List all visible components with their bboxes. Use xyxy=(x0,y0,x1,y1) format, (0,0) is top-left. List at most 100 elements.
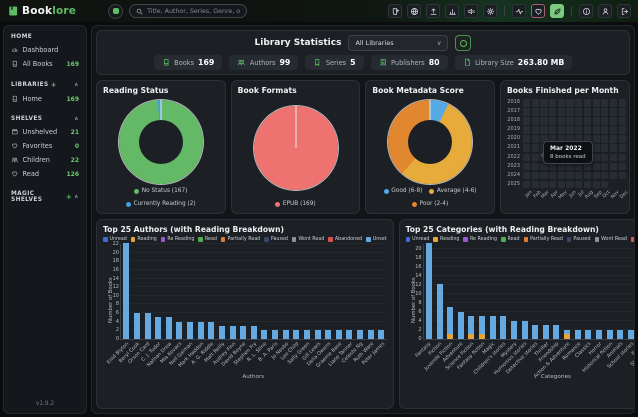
legend-item[interactable]: Reading xyxy=(433,237,459,242)
favorites-heart-button[interactable] xyxy=(531,4,545,18)
bar[interactable] xyxy=(208,322,214,339)
info-button[interactable] xyxy=(579,4,593,18)
heatmap-cell[interactable] xyxy=(532,181,539,189)
sidebar-section-libraries[interactable]: LIBRARIES+∧ xyxy=(8,78,82,92)
heatmap-cell[interactable] xyxy=(619,154,626,162)
heatmap-cell[interactable] xyxy=(540,99,547,107)
bar[interactable] xyxy=(500,316,506,339)
heatmap-cell[interactable] xyxy=(575,126,582,134)
bar[interactable] xyxy=(511,321,517,339)
bar[interactable] xyxy=(479,316,485,339)
heatmap-cell[interactable] xyxy=(540,108,547,116)
heatmap-cell[interactable] xyxy=(575,172,582,180)
heatmap-cell[interactable] xyxy=(601,99,608,107)
heatmap-cell[interactable] xyxy=(610,108,617,116)
sidebar-item-dashboard[interactable]: Dashboard xyxy=(8,43,82,57)
bar[interactable] xyxy=(187,322,193,339)
legend-item[interactable]: Re Reading xyxy=(463,237,497,242)
legend-item[interactable]: No Status (167) xyxy=(134,188,187,194)
legend-item[interactable]: Currently Reading (2) xyxy=(126,201,196,207)
legend-item[interactable]: Unread xyxy=(406,237,430,242)
bar[interactable] xyxy=(596,330,602,339)
book-drop-button[interactable] xyxy=(388,4,402,18)
bar[interactable] xyxy=(283,330,289,339)
heatmap-cell[interactable] xyxy=(593,117,600,125)
legend-item[interactable]: Wont Read xyxy=(292,237,324,242)
heatmap-cell[interactable] xyxy=(584,172,591,180)
heatmap-cell[interactable] xyxy=(532,144,539,152)
theme-leaf-button[interactable] xyxy=(550,4,564,18)
bar[interactable] xyxy=(553,325,559,339)
legend-item[interactable]: Read xyxy=(198,237,217,242)
legend-item[interactable]: EPUB (169) xyxy=(275,201,315,207)
bar[interactable] xyxy=(437,284,443,339)
heatmap-cell[interactable] xyxy=(610,154,617,162)
bar[interactable] xyxy=(532,325,538,339)
heatmap-cell[interactable] xyxy=(619,108,626,116)
bar[interactable] xyxy=(198,322,204,339)
heatmap-cell[interactable] xyxy=(601,135,608,143)
bar[interactable] xyxy=(219,326,225,339)
activity-button[interactable] xyxy=(512,4,526,18)
legend-item[interactable]: Abandoned xyxy=(631,237,635,242)
heatmap-cell[interactable] xyxy=(619,99,626,107)
pie-chart[interactable] xyxy=(119,100,203,184)
heatmap-cell[interactable] xyxy=(619,135,626,143)
add-icon[interactable]: + xyxy=(66,193,72,201)
heatmap-cell[interactable] xyxy=(619,126,626,134)
heatmap-cell[interactable] xyxy=(540,181,547,189)
heatmap-cell[interactable] xyxy=(601,163,608,171)
chevron-up-icon[interactable]: ∧ xyxy=(74,116,79,122)
sidebar-item-all-books[interactable]: All Books169 xyxy=(8,57,82,71)
bar[interactable] xyxy=(304,330,310,339)
heatmap-cell[interactable] xyxy=(593,126,600,134)
heatmap-cell[interactable] xyxy=(532,99,539,107)
metadata-globe-button[interactable] xyxy=(407,4,421,18)
heatmap-cell[interactable] xyxy=(523,99,530,107)
heatmap-cell[interactable] xyxy=(558,99,565,107)
heatmap-cell[interactable] xyxy=(584,181,591,189)
sidebar-section-home[interactable]: HOME xyxy=(8,31,82,43)
heatmap-cell[interactable] xyxy=(566,108,573,116)
heatmap-cell[interactable] xyxy=(549,99,556,107)
bar[interactable] xyxy=(607,330,613,339)
legend-item[interactable]: Partially Read xyxy=(221,237,260,242)
heatmap-cell[interactable] xyxy=(593,181,600,189)
heatmap-cell[interactable] xyxy=(558,126,565,134)
heatmap-cell[interactable] xyxy=(610,117,617,125)
sidebar-section-magic-shelves[interactable]: MAGIC SHELVES+∧ xyxy=(8,188,82,206)
heatmap-cell[interactable] xyxy=(610,172,617,180)
heatmap-cell[interactable] xyxy=(593,172,600,180)
logout-button[interactable] xyxy=(617,4,631,18)
app-logo[interactable]: Booklore xyxy=(7,5,76,17)
heatmap-cell[interactable] xyxy=(523,154,530,162)
heatmap-cell[interactable] xyxy=(593,108,600,116)
heatmap-cell[interactable] xyxy=(532,135,539,143)
legend-item[interactable]: Abandoned xyxy=(328,237,362,242)
heatmap-cell[interactable] xyxy=(593,154,600,162)
bar[interactable] xyxy=(458,312,464,339)
heatmap-cell[interactable] xyxy=(549,108,556,116)
heatmap-cell[interactable] xyxy=(523,108,530,116)
bar[interactable] xyxy=(315,330,321,339)
heatmap-cell[interactable] xyxy=(558,108,565,116)
sidebar-toggle-button[interactable] xyxy=(108,4,123,19)
legend-item[interactable]: Average (4-6) xyxy=(429,188,476,194)
heatmap-cell[interactable] xyxy=(619,144,626,152)
bar[interactable] xyxy=(617,330,623,339)
heatmap-cell[interactable] xyxy=(593,163,600,171)
heatmap-cell[interactable] xyxy=(575,117,582,125)
heatmap-cell[interactable] xyxy=(532,172,539,180)
sidebar-item-home[interactable]: Home169 xyxy=(8,92,82,106)
bar[interactable] xyxy=(575,330,581,339)
bar[interactable] xyxy=(564,330,570,339)
heatmap-cell[interactable] xyxy=(558,172,565,180)
heatmap-cell[interactable] xyxy=(532,154,539,162)
legend-item[interactable]: Paused xyxy=(264,237,288,242)
settings-gear-button[interactable] xyxy=(483,4,497,18)
legend-item[interactable]: Good (6-8) xyxy=(384,188,423,194)
heatmap-cell[interactable] xyxy=(549,117,556,125)
heatmap-cell[interactable] xyxy=(601,154,608,162)
sidebar-item-children[interactable]: Children22 xyxy=(8,153,82,167)
heatmap-cell[interactable] xyxy=(549,126,556,134)
